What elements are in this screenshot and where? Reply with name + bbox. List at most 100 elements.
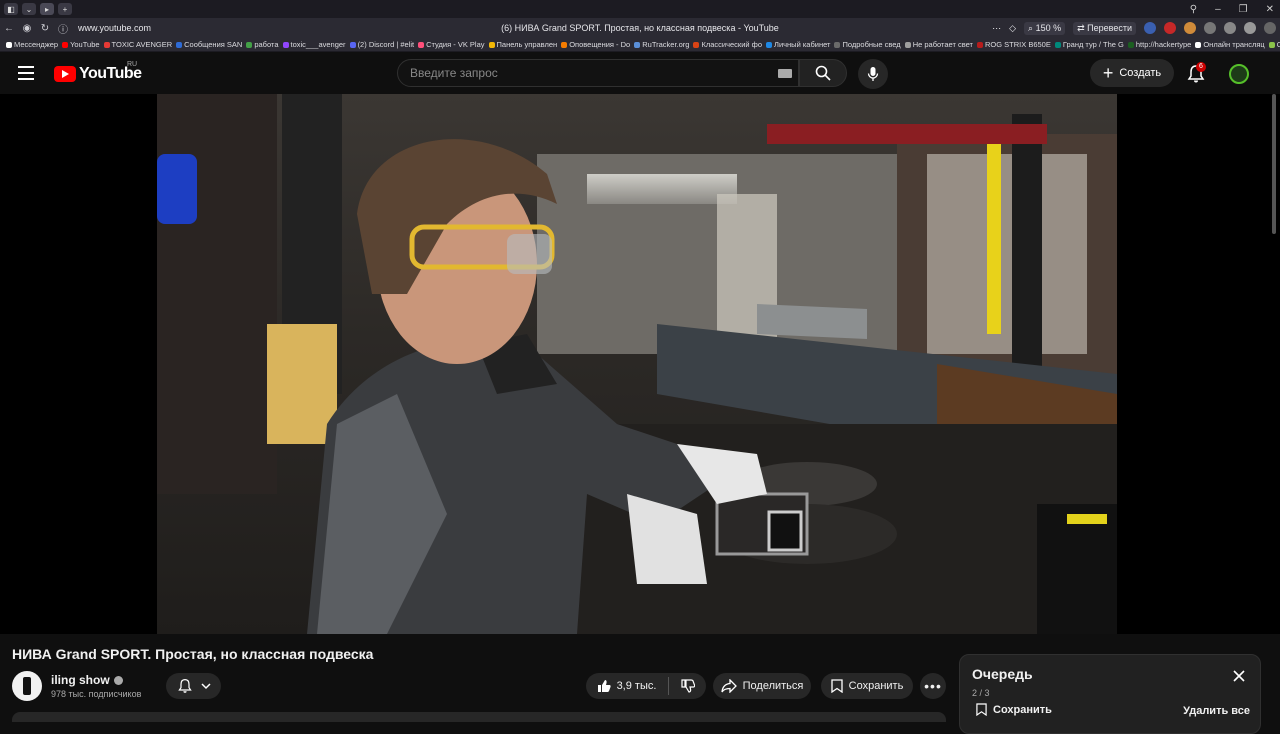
bookmark-favicon-icon xyxy=(834,41,841,48)
extension-icon[interactable] xyxy=(1144,22,1156,34)
bookmark-item[interactable]: Оповещения - Do xyxy=(561,40,630,49)
verified-icon xyxy=(113,675,123,685)
bookmark-label: Онлайн трансляц xyxy=(1203,40,1265,49)
bookmark-favicon-icon xyxy=(6,41,12,48)
minimize-icon[interactable]: – xyxy=(1215,4,1221,15)
bookmark-item[interactable]: Мессенджер xyxy=(6,40,58,49)
chevron-down-icon xyxy=(200,683,211,690)
channel-name-row[interactable]: iling show xyxy=(51,673,123,687)
url-text[interactable]: www.youtube.com xyxy=(78,23,151,33)
account-avatar[interactable] xyxy=(1229,64,1249,84)
extension-icon[interactable] xyxy=(1184,22,1196,34)
channel-avatar[interactable] xyxy=(12,671,42,701)
bookmark-item[interactable]: Не работает свет xyxy=(904,40,973,49)
bookmark-label: TOXIC AVENGER xyxy=(111,40,173,49)
queue-title: Очередь xyxy=(972,666,1033,682)
bookmark-favicon-icon xyxy=(1054,41,1061,48)
queue-save-button[interactable]: Сохранить xyxy=(976,703,1052,716)
more-horizontal-icon: ••• xyxy=(924,678,942,694)
bookmark-icon[interactable]: ◇ xyxy=(1009,23,1016,34)
tab-list-icon[interactable]: ⌄ xyxy=(22,3,36,15)
bookmark-favicon-icon xyxy=(1268,41,1275,48)
bookmark-save-icon xyxy=(831,679,843,693)
bookmark-item[interactable]: RuTracker.org xyxy=(634,40,689,49)
bookmark-item[interactable]: работа xyxy=(246,40,279,49)
more-actions-button[interactable]: ••• xyxy=(920,673,946,699)
bookmark-favicon-icon xyxy=(282,41,289,48)
video-title: НИВА Grand SPORT. Простая, но классная п… xyxy=(12,646,374,662)
bookmark-label: Не работает свет xyxy=(912,40,973,49)
notification-badge: 6 xyxy=(1196,62,1206,72)
keyboard-icon[interactable] xyxy=(778,69,792,78)
bookmark-item[interactable]: ROG STRIX B650E xyxy=(976,40,1051,49)
bookmark-item[interactable]: Классический фо xyxy=(693,40,762,49)
bookmark-favicon-icon xyxy=(62,41,69,48)
bookmark-item[interactable]: toxic___avenger xyxy=(282,40,346,49)
bookmark-label: Гранд тур / The G xyxy=(1062,40,1124,49)
reload-icon[interactable]: ↻ xyxy=(36,23,54,34)
bookmark-label: Панель управлен xyxy=(496,40,558,49)
close-window-icon[interactable]: ✕ xyxy=(1266,4,1274,15)
new-tab-icon[interactable]: + xyxy=(58,3,72,15)
translate-button[interactable]: ⇄ Перевести xyxy=(1073,21,1136,35)
bookmark-item[interactable]: http://hackertype xyxy=(1127,40,1192,49)
bookmark-favicon-icon xyxy=(418,41,425,48)
bookmark-label: Классический фо xyxy=(701,40,763,49)
site-info-icon[interactable]: ⓘ xyxy=(54,21,72,36)
share-icon xyxy=(720,679,737,693)
bookmark-favicon-icon xyxy=(246,41,253,48)
restore-icon[interactable]: ❐ xyxy=(1239,4,1248,15)
save-button[interactable]: Сохранить xyxy=(821,673,913,699)
bookmark-item[interactable]: (2) Discord | #elit xyxy=(349,40,414,49)
bookmark-item[interactable]: Панель управлен xyxy=(488,40,558,49)
subscription-notification-button[interactable] xyxy=(166,673,221,699)
divider xyxy=(668,677,670,695)
bookmark-label: Студия - VK Play xyxy=(426,40,485,49)
bookmark-item[interactable]: Гранд тур / The G xyxy=(1054,40,1124,49)
search-input[interactable]: Введите запрос xyxy=(397,59,799,87)
bookmark-favicon-icon xyxy=(1127,41,1134,48)
extension-icon[interactable] xyxy=(1164,22,1176,34)
address-bar-row: ← ◉ ↻ ⓘ www.youtube.com (6) НИВА Grand S… xyxy=(0,18,1280,38)
bookmark-favicon-icon xyxy=(103,41,110,48)
more-icon[interactable]: ⋯ xyxy=(992,23,1001,34)
extension-icon[interactable] xyxy=(1244,22,1256,34)
pin-icon[interactable]: ⚲ xyxy=(1190,4,1197,15)
zoom-level[interactable]: ⌕ 150 % xyxy=(1024,21,1066,35)
back-icon[interactable]: ← xyxy=(0,23,18,34)
search-button[interactable] xyxy=(799,59,847,87)
thumbs-down-icon[interactable] xyxy=(681,679,696,693)
download-icon[interactable] xyxy=(1264,22,1276,34)
like-button[interactable]: 3,9 тыс. xyxy=(597,679,656,693)
extension-icon[interactable] xyxy=(1204,22,1216,34)
share-button[interactable]: Поделиться xyxy=(713,673,811,699)
bell-icon xyxy=(177,678,192,693)
browser-menu-icon[interactable]: ◧ xyxy=(4,3,18,15)
create-button[interactable]: + Создать xyxy=(1090,59,1174,87)
bookmark-label: Оповещения - Do xyxy=(569,40,631,49)
extension-icon[interactable] xyxy=(1224,22,1236,34)
bookmark-item[interactable]: Ор xyxy=(1268,40,1280,49)
description-box[interactable] xyxy=(12,712,946,722)
menu-icon[interactable] xyxy=(18,66,34,80)
queue-count: 2 / 3 xyxy=(972,688,990,698)
bookmark-item[interactable]: Сообщения SAN xyxy=(176,40,242,49)
page-scrollbar[interactable] xyxy=(1272,94,1276,234)
bookmark-label: YouTube xyxy=(70,40,100,49)
bookmark-label: http://hackertype xyxy=(1135,40,1192,49)
video-frame xyxy=(157,94,1117,634)
video-player[interactable] xyxy=(157,94,1117,634)
queue-clear-all-button[interactable]: Удалить все xyxy=(1183,705,1250,717)
extensions-shield-icon[interactable]: ◉ xyxy=(18,23,36,34)
channel-name[interactable]: iling show xyxy=(51,673,110,687)
bookmark-item[interactable]: Онлайн трансляц xyxy=(1195,40,1265,49)
bookmark-favicon-icon xyxy=(904,41,911,48)
bookmark-item[interactable]: Студия - VK Play xyxy=(418,40,485,49)
active-tab[interactable]: ▸ xyxy=(40,3,54,15)
bookmark-item[interactable]: TOXIC AVENGER xyxy=(103,40,173,49)
bookmark-item[interactable]: Подробные свед xyxy=(834,40,901,49)
bookmark-item[interactable]: YouTube xyxy=(62,40,100,49)
bookmark-item[interactable]: Личный кабинет xyxy=(766,40,830,49)
voice-search-button[interactable] xyxy=(858,59,888,89)
close-icon[interactable] xyxy=(1232,669,1246,683)
